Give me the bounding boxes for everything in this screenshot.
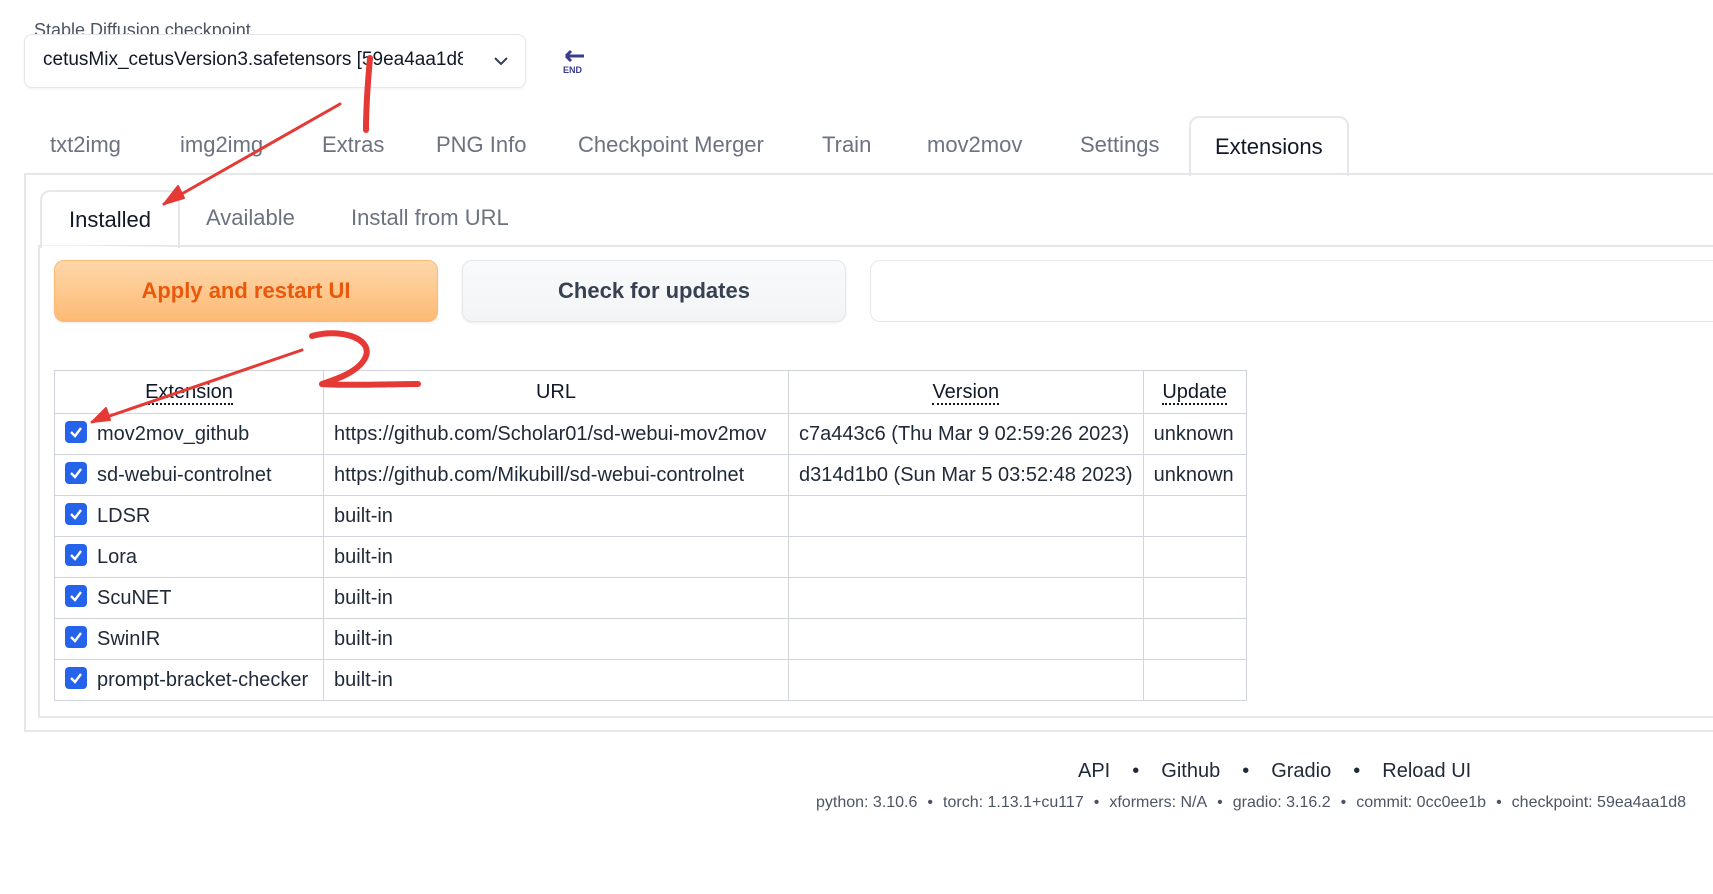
extension-cell: SwinIR — [54, 618, 324, 660]
subtab-installed[interactable]: Installed — [40, 190, 180, 248]
subtab-install-from-url[interactable]: Install from URL — [351, 190, 509, 246]
version-cell — [788, 536, 1144, 578]
tab-img2img[interactable]: img2img — [180, 116, 263, 174]
url-cell: https://github.com/Mikubill/sd-webui-con… — [323, 454, 789, 496]
tab-checkpoint-merger[interactable]: Checkpoint Merger — [578, 116, 764, 174]
refresh-icon: END — [563, 49, 584, 75]
gradio-version: gradio: 3.16.2 — [1232, 794, 1331, 811]
url-cell: built-in — [323, 536, 789, 578]
tab-train[interactable]: Train — [822, 116, 871, 174]
subtab-available[interactable]: Available — [206, 190, 295, 246]
version-cell: c7a443c6 (Thu Mar 9 02:59:26 2023) — [788, 413, 1144, 455]
version-cell — [788, 618, 1144, 660]
tab-mov2mov[interactable]: mov2mov — [927, 116, 1022, 174]
extension-cell: LDSR — [54, 495, 324, 537]
url-cell: built-in — [323, 577, 789, 619]
version-cell — [788, 495, 1144, 537]
update-cell — [1142, 618, 1247, 660]
tab-extras[interactable]: Extras — [322, 116, 384, 174]
update-cell — [1142, 577, 1247, 619]
checkpoint-dropdown[interactable]: cetusMix_cetusVersion3.safetensors [59ea… — [24, 34, 526, 88]
table-row: ScuNET built-in — [54, 577, 1247, 619]
url-cell: built-in — [323, 495, 789, 537]
tab-txt2img[interactable]: txt2img — [50, 116, 121, 174]
check-for-updates-button[interactable]: Check for updates — [462, 260, 846, 322]
checkpoint-hash: checkpoint: 59ea4aa1d8 — [1511, 794, 1687, 811]
extension-cell: sd-webui-controlnet — [54, 454, 324, 496]
extension-cell: prompt-bracket-checker — [54, 659, 324, 701]
table-row: SwinIR built-in — [54, 618, 1247, 660]
reload-ui-link[interactable]: Reload UI — [1382, 760, 1471, 782]
version-cell: d314d1b0 (Sun Mar 5 03:52:48 2023) — [788, 454, 1144, 496]
extension-cell: Lora — [54, 536, 324, 578]
update-cell — [1142, 659, 1247, 701]
update-cell — [1142, 536, 1247, 578]
checkpoint-value: cetusMix_cetusVersion3.safetensors [59ea… — [43, 49, 463, 70]
commit-hash: commit: 0cc0ee1b — [1356, 794, 1487, 811]
update-cell: unknown — [1142, 454, 1247, 496]
header-extension: Extension — [54, 370, 324, 414]
table-row: LDSR built-in — [54, 495, 1247, 537]
torch-version: torch: 1.13.1+cu117 — [943, 794, 1084, 811]
chevron-down-icon[interactable] — [489, 49, 513, 73]
url-cell: built-in — [323, 659, 789, 701]
table-row: sd-webui-controlnet https://github.com/M… — [54, 454, 1247, 496]
main-tabs: txt2img img2img Extras PNG Info Checkpoi… — [24, 116, 1713, 176]
svg-text:END: END — [563, 65, 583, 75]
extension-checkbox[interactable] — [65, 544, 87, 567]
extension-checkbox[interactable] — [65, 626, 87, 649]
table-row: Lora built-in — [54, 536, 1247, 578]
extension-checkbox[interactable] — [65, 462, 87, 485]
github-link[interactable]: Github — [1161, 760, 1220, 782]
table-row: mov2mov_github https://github.com/Schola… — [54, 413, 1247, 455]
version-cell — [788, 659, 1144, 701]
version-cell — [788, 577, 1144, 619]
tab-png-info[interactable]: PNG Info — [436, 116, 526, 174]
extension-cell: mov2mov_github — [54, 413, 324, 455]
table-row: prompt-bracket-checker built-in — [54, 659, 1247, 701]
footer-links: API • Github • Gradio • Reload UI — [1078, 760, 1472, 782]
extension-checkbox[interactable] — [65, 503, 87, 526]
apply-and-restart-button[interactable]: Apply and restart UI — [54, 260, 438, 322]
url-cell: built-in — [323, 618, 789, 660]
refresh-checkpoint-button[interactable]: END — [542, 34, 604, 90]
extension-cell: ScuNET — [54, 577, 324, 619]
xformers-version: xformers: N/A — [1109, 794, 1208, 811]
header-update: Update — [1142, 370, 1247, 414]
extension-checkbox[interactable] — [65, 667, 87, 690]
update-cell — [1142, 495, 1247, 537]
url-cell: https://github.com/Scholar01/sd-webui-mo… — [323, 413, 789, 455]
update-cell: unknown — [1142, 413, 1247, 455]
table-header-row: Extension URL Version Update — [54, 370, 1247, 414]
extension-checkbox[interactable] — [65, 585, 87, 608]
footer-version-info: python: 3.10.6 • torch: 1.13.1+cu117 • xform… — [816, 794, 1687, 811]
header-version: Version — [788, 370, 1144, 414]
extensions-table: Extension URL Version Update mov2mov_git… — [54, 370, 1247, 701]
api-link[interactable]: API — [1078, 760, 1110, 782]
tab-extensions[interactable]: Extensions — [1189, 116, 1349, 176]
status-output — [870, 260, 1713, 322]
header-url: URL — [323, 370, 789, 414]
python-version: python: 3.10.6 — [816, 794, 918, 811]
tab-settings[interactable]: Settings — [1080, 116, 1160, 174]
extension-checkbox[interactable] — [65, 421, 87, 444]
gradio-link[interactable]: Gradio — [1271, 760, 1331, 782]
